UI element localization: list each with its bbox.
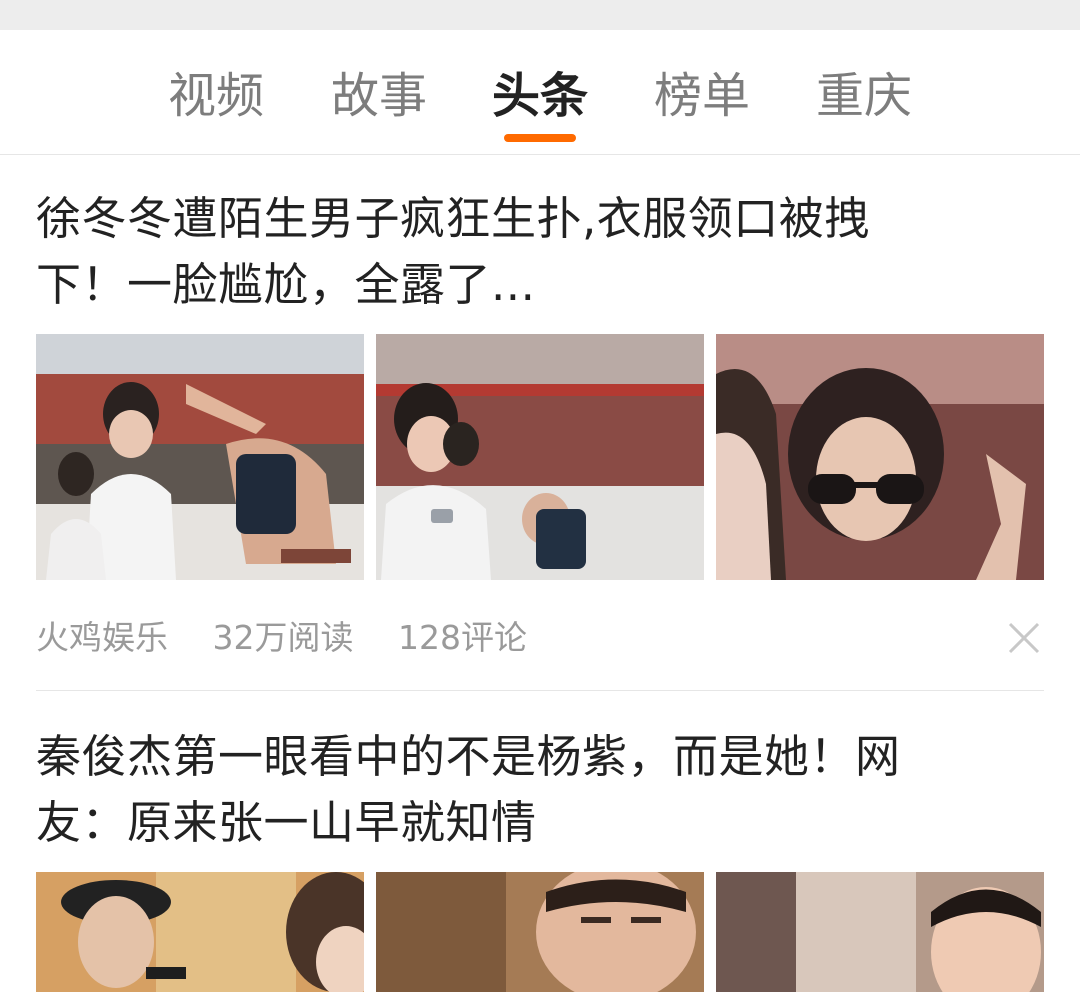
active-tab-indicator (504, 134, 576, 142)
tab-rankings[interactable]: 榜单 (632, 66, 772, 126)
close-icon[interactable] (1004, 618, 1044, 658)
article-divider (36, 690, 1044, 691)
article-thumbnail[interactable] (36, 872, 364, 992)
article-title-line: 秦俊杰第一眼看中的不是杨紫，而是她！网 (36, 730, 901, 783)
tab-headlines[interactable]: 头条 (470, 66, 610, 126)
article-thumbnail[interactable] (376, 334, 704, 580)
read-count: 32万阅读 (212, 618, 354, 657)
tab-chongqing[interactable]: 重庆 (794, 66, 934, 126)
comment-count: 128评论 (398, 618, 527, 657)
article-thumbnails (36, 334, 1044, 580)
tab-video[interactable]: 视频 (146, 66, 286, 126)
article-thumbnail[interactable] (716, 872, 1044, 992)
channel-tab-bar: 视频 故事 头条 榜单 重庆 (0, 30, 1080, 155)
article-title-line: 徐冬冬遭陌生男子疯狂生扑,衣服领口被拽 (36, 192, 870, 245)
article-thumbnail[interactable] (716, 334, 1044, 580)
tab-story[interactable]: 故事 (309, 66, 449, 126)
article-title-line: 友：原来张一山早就知情 (36, 796, 537, 849)
article-thumbnail[interactable] (36, 334, 364, 580)
article-source[interactable]: 火鸡娱乐 (36, 618, 168, 657)
news-article[interactable]: 徐冬冬遭陌生男子疯狂生扑,衣服领口被拽 下！一脸尴尬，全露了... 火鸡娱乐 3… (36, 186, 1044, 691)
article-thumbnails (36, 872, 1044, 992)
status-strip (0, 0, 1080, 30)
article-meta: 火鸡娱乐 32万阅读 128评论 (36, 613, 1044, 663)
article-title[interactable]: 秦俊杰第一眼看中的不是杨紫，而是她！网 友：原来张一山早就知情 (36, 724, 1044, 856)
article-title[interactable]: 徐冬冬遭陌生男子疯狂生扑,衣服领口被拽 下！一脸尴尬，全露了... (36, 186, 1044, 318)
article-title-line: 下！一脸尴尬，全露了... (36, 258, 536, 311)
news-article[interactable]: 秦俊杰第一眼看中的不是杨紫，而是她！网 友：原来张一山早就知情 (36, 724, 1044, 992)
article-thumbnail[interactable] (376, 872, 704, 992)
